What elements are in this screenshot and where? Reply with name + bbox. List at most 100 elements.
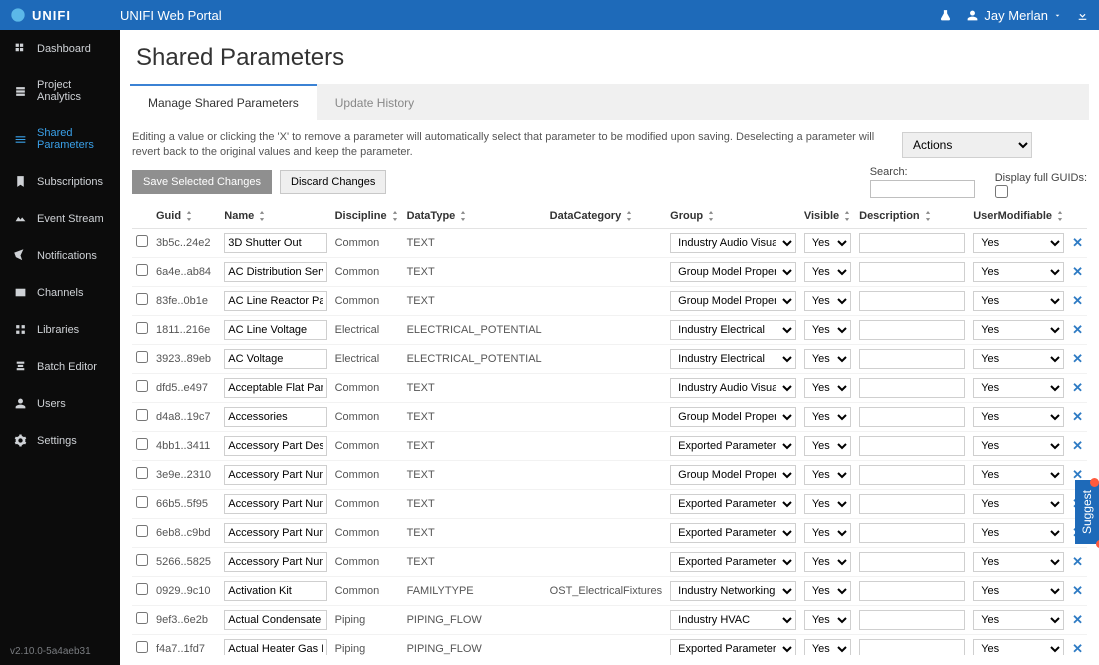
delete-row-button[interactable]: ✕ (1068, 605, 1087, 634)
delete-row-button[interactable]: ✕ (1068, 576, 1087, 605)
description-input[interactable] (859, 320, 965, 340)
name-input[interactable] (224, 233, 326, 253)
name-input[interactable] (224, 465, 326, 485)
group-select[interactable]: Exported Parameters (670, 552, 796, 572)
row-checkbox[interactable] (136, 409, 148, 421)
description-input[interactable] (859, 610, 965, 630)
name-input[interactable] (224, 552, 326, 572)
usermod-select[interactable]: Yes (973, 610, 1064, 630)
visible-select[interactable]: Yes (804, 581, 851, 601)
col-group[interactable]: Group (670, 210, 703, 222)
col-discipline[interactable]: Discipline (335, 210, 387, 222)
name-input[interactable] (224, 436, 326, 456)
group-select[interactable]: Industry Audio Visual (670, 233, 796, 253)
col-datatype[interactable]: DataType (407, 210, 456, 222)
description-input[interactable] (859, 407, 965, 427)
row-checkbox[interactable] (136, 351, 148, 363)
row-checkbox[interactable] (136, 641, 148, 653)
sidebar-item-shared-parameters[interactable]: Shared Parameters (0, 115, 120, 163)
row-checkbox[interactable] (136, 612, 148, 624)
description-input[interactable] (859, 494, 965, 514)
save-button[interactable]: Save Selected Changes (132, 170, 272, 194)
col-usermodifiable[interactable]: UserModifiable (973, 210, 1052, 222)
usermod-select[interactable]: Yes (973, 494, 1064, 514)
usermod-select[interactable]: Yes (973, 320, 1064, 340)
group-select[interactable]: Industry Electrical (670, 349, 796, 369)
usermod-select[interactable]: Yes (973, 378, 1064, 398)
name-input[interactable] (224, 378, 326, 398)
row-checkbox[interactable] (136, 322, 148, 334)
download-icon[interactable] (1076, 9, 1089, 22)
name-input[interactable] (224, 639, 326, 655)
usermod-select[interactable]: Yes (973, 523, 1064, 543)
col-name[interactable]: Name (224, 210, 254, 222)
row-checkbox[interactable] (136, 467, 148, 479)
row-checkbox[interactable] (136, 583, 148, 595)
visible-select[interactable]: Yes (804, 610, 851, 630)
display-full-guids-checkbox[interactable] (995, 185, 1008, 198)
col-description[interactable]: Description (859, 210, 920, 222)
visible-select[interactable]: Yes (804, 465, 851, 485)
delete-row-button[interactable]: ✕ (1068, 431, 1087, 460)
row-checkbox[interactable] (136, 496, 148, 508)
visible-select[interactable]: Yes (804, 407, 851, 427)
sidebar-item-subscriptions[interactable]: Subscriptions (0, 163, 120, 200)
sidebar-item-libraries[interactable]: Libraries (0, 311, 120, 348)
visible-select[interactable]: Yes (804, 262, 851, 282)
col-visible[interactable]: Visible (804, 210, 839, 222)
visible-select[interactable]: Yes (804, 233, 851, 253)
sidebar-item-project-analytics[interactable]: Project Analytics (0, 67, 120, 115)
suggest-button[interactable]: Suggest (1075, 480, 1099, 544)
group-select[interactable]: Industry Audio Visual (670, 378, 796, 398)
row-checkbox[interactable] (136, 554, 148, 566)
group-select[interactable]: Exported Parameters (670, 639, 796, 655)
name-input[interactable] (224, 407, 326, 427)
delete-row-button[interactable]: ✕ (1068, 402, 1087, 431)
usermod-select[interactable]: Yes (973, 436, 1064, 456)
sidebar-item-users[interactable]: Users (0, 385, 120, 422)
search-input[interactable] (870, 180, 975, 198)
description-input[interactable] (859, 233, 965, 253)
user-menu[interactable]: Jay Merlan (966, 8, 1062, 23)
delete-row-button[interactable]: ✕ (1068, 257, 1087, 286)
name-input[interactable] (224, 523, 326, 543)
delete-row-button[interactable]: ✕ (1068, 228, 1087, 257)
flask-icon[interactable] (939, 9, 952, 22)
usermod-select[interactable]: Yes (973, 233, 1064, 253)
description-input[interactable] (859, 262, 965, 282)
description-input[interactable] (859, 291, 965, 311)
usermod-select[interactable]: Yes (973, 407, 1064, 427)
group-select[interactable]: Group Model Properties (670, 262, 796, 282)
col-guid[interactable]: Guid (156, 210, 181, 222)
description-input[interactable] (859, 523, 965, 543)
description-input[interactable] (859, 639, 965, 655)
delete-row-button[interactable]: ✕ (1068, 315, 1087, 344)
group-select[interactable]: Exported Parameters (670, 523, 796, 543)
actions-dropdown[interactable]: Actions (902, 132, 1032, 158)
visible-select[interactable]: Yes (804, 349, 851, 369)
name-input[interactable] (224, 262, 326, 282)
visible-select[interactable]: Yes (804, 523, 851, 543)
name-input[interactable] (224, 349, 326, 369)
sidebar-item-channels[interactable]: Channels (0, 274, 120, 311)
name-input[interactable] (224, 494, 326, 514)
usermod-select[interactable]: Yes (973, 552, 1064, 572)
name-input[interactable] (224, 320, 326, 340)
delete-row-button[interactable]: ✕ (1068, 547, 1087, 576)
name-input[interactable] (224, 581, 326, 601)
visible-select[interactable]: Yes (804, 436, 851, 456)
usermod-select[interactable]: Yes (973, 262, 1064, 282)
usermod-select[interactable]: Yes (973, 639, 1064, 655)
description-input[interactable] (859, 465, 965, 485)
group-select[interactable]: Exported Parameters (670, 436, 796, 456)
visible-select[interactable]: Yes (804, 552, 851, 572)
group-select[interactable]: Industry Electrical (670, 320, 796, 340)
row-checkbox[interactable] (136, 293, 148, 305)
visible-select[interactable]: Yes (804, 378, 851, 398)
description-input[interactable] (859, 436, 965, 456)
group-select[interactable]: Group Model Properties (670, 407, 796, 427)
group-select[interactable]: Industry HVAC (670, 610, 796, 630)
group-select[interactable]: Exported Parameters (670, 494, 796, 514)
usermod-select[interactable]: Yes (973, 465, 1064, 485)
description-input[interactable] (859, 552, 965, 572)
